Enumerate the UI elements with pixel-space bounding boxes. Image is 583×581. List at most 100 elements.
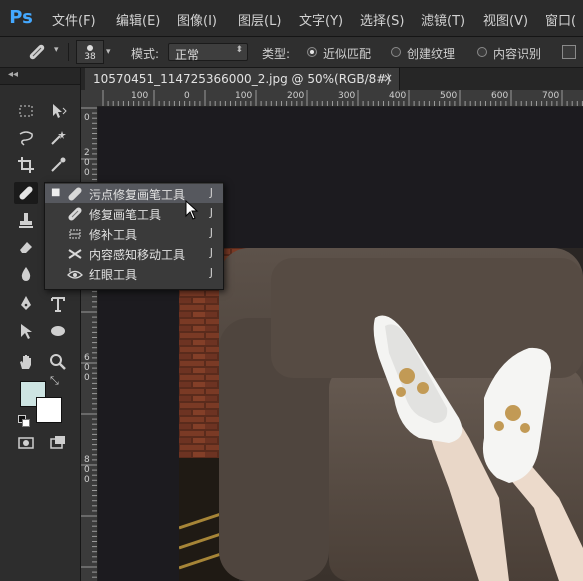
spot-healing-brush-tool[interactable] xyxy=(14,182,38,204)
screen-mode-icon xyxy=(50,436,65,449)
document-photo[interactable] xyxy=(179,248,583,581)
path-selection-tool[interactable] xyxy=(14,320,38,342)
ruler-label: 0 xyxy=(84,113,90,123)
lasso-icon xyxy=(19,131,33,146)
brush-picker-chevron-icon[interactable]: ▾ xyxy=(106,47,111,57)
ruler-horizontal[interactable]: 100 0 100 200 300 400 500 600 700 xyxy=(97,90,583,107)
pen-tool[interactable] xyxy=(14,293,38,315)
lasso-tool[interactable] xyxy=(14,127,38,149)
ruler-vertical[interactable]: 0 2 0 0 4 0 0 6 0 0 8 0 0 xyxy=(81,106,98,581)
chevron-down-icon: ▾ xyxy=(54,45,59,55)
magic-wand-icon xyxy=(51,131,66,145)
crop-icon xyxy=(18,157,34,173)
menu-select[interactable]: 选择(S) xyxy=(360,10,404,29)
mode-value: 正常 xyxy=(175,48,200,62)
updown-arrow-icon: ⬍ xyxy=(235,45,243,55)
selected-indicator: ■ xyxy=(51,187,61,198)
menu-filter[interactable]: 滤镜(T) xyxy=(421,10,465,29)
default-colors-icon[interactable] xyxy=(18,415,30,427)
brush-size-value: 38 xyxy=(84,52,96,62)
hand-tool[interactable] xyxy=(14,351,38,373)
crop-tool[interactable] xyxy=(14,154,38,176)
flyout-item-red-eye[interactable]: 红眼工具 J xyxy=(45,264,223,283)
type-option-content-aware[interactable]: 内容识别 xyxy=(493,45,541,62)
toolbox: ◂◂ ⤡ xyxy=(0,68,81,581)
shortcut-key: J xyxy=(209,226,213,239)
flyout-item-label: 红眼工具 xyxy=(89,268,138,282)
shortcut-key: J xyxy=(209,266,213,279)
ruler-label: 200 xyxy=(287,91,305,101)
ruler-label: 300 xyxy=(338,91,356,101)
menu-layer[interactable]: 图层(L) xyxy=(238,10,281,29)
move-icon xyxy=(53,104,67,118)
flyout-item-label: 修补工具 xyxy=(89,228,138,242)
shortcut-key: J xyxy=(209,246,213,259)
radio-proximity-match[interactable] xyxy=(307,47,317,57)
tool-preset-picker[interactable]: ▾ xyxy=(26,41,66,63)
screen-mode-button[interactable] xyxy=(46,432,70,454)
eyedropper-tool[interactable] xyxy=(46,154,70,176)
type-option-proximity-match[interactable]: 近似匹配 xyxy=(323,45,371,62)
menu-bar: Ps 文件(F) 编辑(E) 图像(I) 图层(L) 文字(Y) 选择(S) 滤… xyxy=(0,0,583,37)
ruler-label: 100 xyxy=(131,91,149,101)
ellipse-tool[interactable] xyxy=(46,320,70,342)
quick-mask-button[interactable] xyxy=(14,432,38,454)
eraser-tool[interactable] xyxy=(14,236,38,258)
zoom-tool[interactable] xyxy=(46,351,70,373)
collapse-icon[interactable]: ◂◂ xyxy=(8,69,18,80)
sample-all-layers-checkbox[interactable] xyxy=(562,45,576,59)
marquee-icon xyxy=(19,105,33,117)
type-option-create-texture[interactable]: 创建纹理 xyxy=(407,45,455,62)
ruler-label: 400 xyxy=(389,91,407,101)
swap-colors-icon[interactable]: ⤡ xyxy=(50,374,59,388)
eyedropper-icon xyxy=(51,157,66,172)
ruler-label: 6 xyxy=(84,353,90,363)
document-tab-bar: 10570451_114725366000_2.jpg @ 50%(RGB/8#… xyxy=(81,68,583,90)
ruler-label: 0 xyxy=(84,373,90,383)
brush-size-picker[interactable]: 38 xyxy=(76,40,104,64)
toolbox-header[interactable]: ◂◂ xyxy=(0,68,80,85)
divider xyxy=(68,43,69,61)
type-tool[interactable] xyxy=(46,293,70,315)
menu-view[interactable]: 视图(V) xyxy=(483,10,528,29)
magic-wand-tool[interactable] xyxy=(46,127,70,149)
ruler-label: 600 xyxy=(491,91,509,101)
spot-healing-brush-icon xyxy=(19,186,33,200)
radio-content-aware[interactable] xyxy=(477,47,487,57)
stamp-icon xyxy=(19,213,33,228)
rect-marquee-tool[interactable] xyxy=(14,100,38,122)
blur-tool[interactable] xyxy=(14,263,38,285)
menu-type[interactable]: 文字(Y) xyxy=(299,10,343,29)
ruler-origin[interactable] xyxy=(81,90,97,106)
close-icon[interactable]: × xyxy=(383,71,393,85)
ruler-label: 700 xyxy=(542,91,560,101)
menu-edit[interactable]: 编辑(E) xyxy=(116,10,160,29)
healing-brush-icon xyxy=(68,207,82,221)
radio-create-texture[interactable] xyxy=(391,47,401,57)
flyout-item-label: 修复画笔工具 xyxy=(89,208,162,222)
blur-drop-icon xyxy=(21,267,31,281)
menu-image[interactable]: 图像(I) xyxy=(177,10,217,29)
background-color-swatch[interactable] xyxy=(36,397,62,423)
move-tool[interactable] xyxy=(46,100,70,122)
sofa-shoes-photo xyxy=(179,248,583,581)
ruler-label: 0 xyxy=(84,158,90,168)
menu-file[interactable]: 文件(F) xyxy=(52,10,96,29)
pen-icon xyxy=(21,296,31,310)
document-tab[interactable]: 10570451_114725366000_2.jpg @ 50%(RGB/8#… xyxy=(85,68,400,90)
clone-stamp-tool[interactable] xyxy=(14,209,38,231)
mode-label: 模式: xyxy=(131,47,160,61)
flyout-item-patch[interactable]: 修补工具 J xyxy=(45,224,223,243)
path-select-arrow-icon xyxy=(21,324,32,339)
photoshop-logo: Ps xyxy=(9,7,33,28)
red-eye-icon xyxy=(67,268,83,279)
zoom-magnifier-icon xyxy=(50,354,66,370)
ellipse-icon xyxy=(51,326,65,336)
menu-window[interactable]: 窗口( xyxy=(545,10,576,29)
flyout-item-content-aware-move[interactable]: 内容感知移动工具 J xyxy=(45,244,223,263)
patch-icon xyxy=(69,229,81,239)
ruler-label: 8 xyxy=(84,455,90,465)
flyout-item-label: 污点修复画笔工具 xyxy=(89,188,186,202)
brush-tip-icon xyxy=(87,45,93,51)
mode-select[interactable]: 正常 ⬍ xyxy=(168,43,248,62)
